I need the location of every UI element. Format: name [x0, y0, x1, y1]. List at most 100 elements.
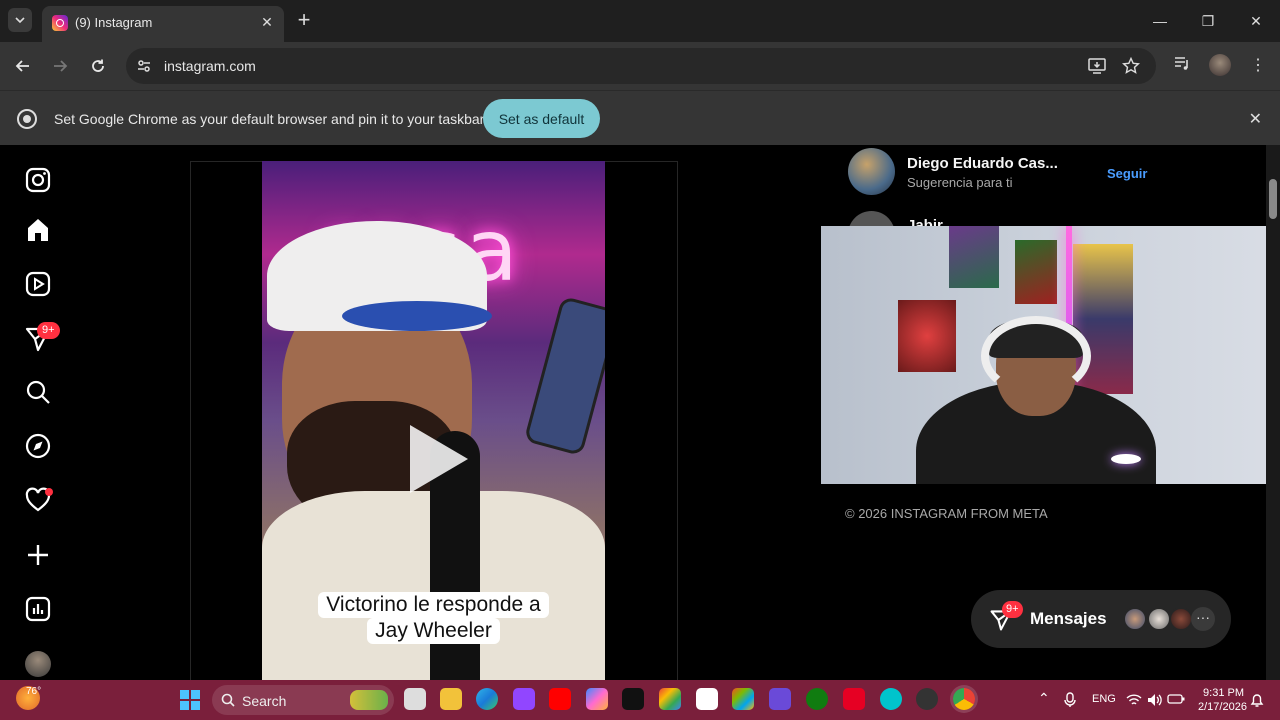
- obs-icon[interactable]: [769, 688, 791, 710]
- cap-brim-image: [342, 301, 492, 331]
- phone-image: [523, 295, 605, 457]
- address-bar[interactable]: instagram.com: [126, 48, 1156, 84]
- search-icon: [221, 693, 235, 707]
- pinterest-icon[interactable]: [843, 688, 865, 710]
- webcam-overlay: [821, 226, 1280, 484]
- weather-temperature: 76°: [26, 686, 42, 697]
- suggestion-avatar[interactable]: [848, 148, 895, 195]
- headset-image: [981, 316, 1091, 396]
- copilot-icon[interactable]: [586, 688, 608, 710]
- profile-avatar[interactable]: [1209, 54, 1231, 76]
- minimize-window-button[interactable]: —: [1148, 10, 1172, 32]
- arrow-right-icon: [54, 60, 68, 72]
- suggestion-name[interactable]: Diego Eduardo Cas...: [907, 155, 1058, 172]
- file-explorer-icon[interactable]: [440, 688, 462, 710]
- edge-icon[interactable]: [476, 688, 498, 710]
- play-icon[interactable]: [410, 425, 468, 493]
- clock-date: 2/17/2026: [1198, 701, 1247, 713]
- back-button[interactable]: [11, 54, 35, 78]
- app-icon[interactable]: [916, 688, 938, 710]
- url-text: instagram.com: [164, 58, 256, 74]
- wall-poster: [949, 226, 999, 288]
- avatar: [1169, 607, 1193, 631]
- close-tab-icon[interactable]: ✕: [258, 13, 276, 31]
- tab-title: (9) Instagram: [75, 15, 153, 30]
- chrome-menu-icon[interactable]: ⋮: [1250, 55, 1266, 75]
- close-infobar-icon[interactable]: ✕: [1249, 109, 1262, 129]
- new-tab-button[interactable]: +: [292, 9, 316, 33]
- chrome-icon[interactable]: [953, 688, 975, 710]
- task-view-icon[interactable]: [404, 688, 426, 710]
- instagram-logo-icon[interactable]: [24, 166, 52, 194]
- close-window-button[interactable]: ✕: [1244, 10, 1268, 32]
- chevron-down-icon: [15, 16, 25, 23]
- canva-icon[interactable]: [880, 688, 902, 710]
- profile-avatar-nav[interactable]: [25, 651, 51, 677]
- volume-icon[interactable]: [1146, 692, 1162, 708]
- follow-button[interactable]: Seguir: [1107, 166, 1147, 181]
- video-caption-line2: Jay Wheeler: [367, 618, 500, 644]
- notification-badge: 9+: [37, 322, 60, 339]
- avatar: [1123, 607, 1147, 631]
- start-windows-icon[interactable]: [180, 690, 200, 710]
- install-app-icon[interactable]: [1088, 57, 1106, 75]
- instagram-page: 9+ resa Victorino le responde a Jay Whee…: [0, 145, 1280, 680]
- twitch-icon[interactable]: [513, 688, 535, 710]
- messages-label: Mensajes: [1030, 609, 1107, 628]
- set-as-default-button[interactable]: Set as default: [483, 99, 600, 138]
- wall-poster: [1015, 240, 1057, 304]
- avatar: [1147, 607, 1171, 631]
- search-highlight-image: [350, 690, 388, 710]
- capcut-icon[interactable]: [696, 688, 718, 710]
- gmail-icon[interactable]: [659, 688, 681, 710]
- microsoft-store-icon[interactable]: [732, 688, 754, 710]
- more-icon: ···: [1191, 607, 1215, 631]
- video-caption: Victorino le responde a Jay Wheeler: [262, 592, 605, 644]
- tiktok-icon[interactable]: [622, 688, 644, 710]
- microphone-icon[interactable]: [1064, 692, 1076, 708]
- media-controls-icon[interactable]: [1173, 54, 1191, 72]
- site-settings-icon[interactable]: [136, 58, 152, 74]
- battery-icon[interactable]: [1167, 693, 1185, 705]
- reload-button[interactable]: [86, 54, 110, 78]
- home-icon[interactable]: [24, 216, 52, 244]
- taskbar-search[interactable]: Search: [212, 685, 394, 715]
- wifi-icon[interactable]: [1126, 693, 1142, 707]
- messages-button[interactable]: 9+ Mensajes ···: [971, 590, 1231, 648]
- restore-window-button[interactable]: ❐: [1196, 10, 1220, 32]
- notification-bell-icon[interactable]: [1250, 692, 1264, 708]
- create-plus-icon[interactable]: [24, 541, 52, 569]
- reel-video[interactable]: resa Victorino le responde a Jay Wheeler: [262, 161, 605, 680]
- suggestion-subtitle: Sugerencia para ti: [907, 175, 1013, 190]
- ring-light: [1111, 454, 1141, 464]
- notification-dot: [45, 488, 53, 496]
- scrollbar-thumb[interactable]: [1269, 179, 1277, 219]
- wall-poster: [898, 300, 956, 372]
- reels-icon[interactable]: [24, 270, 52, 298]
- tab-search-button[interactable]: [8, 8, 32, 32]
- forward-button[interactable]: [48, 54, 72, 78]
- chevron-up-icon[interactable]: ⌃: [1038, 690, 1050, 707]
- reload-icon: [92, 59, 104, 72]
- browser-toolbar: instagram.com ⋮: [0, 42, 1280, 90]
- infobar-message: Set Google Chrome as your default browse…: [54, 111, 485, 127]
- language-indicator[interactable]: ENG: [1092, 693, 1116, 705]
- copyright-text: © 2026 INSTAGRAM FROM META: [845, 506, 1048, 521]
- arrow-left-icon: [15, 60, 29, 72]
- instagram-favicon-icon: [52, 15, 68, 31]
- xbox-icon[interactable]: [806, 688, 828, 710]
- search-icon[interactable]: [24, 378, 52, 406]
- taskbar-clock[interactable]: 9:31 PM 2/17/2026: [1198, 686, 1247, 714]
- messages-badge: 9+: [1002, 601, 1023, 618]
- video-caption-line1: Victorino le responde a: [318, 592, 549, 618]
- browser-tab-strip: (9) Instagram ✕ + — ❐ ✕: [0, 0, 1280, 42]
- bookmark-star-icon[interactable]: [1122, 57, 1140, 75]
- chrome-logo-icon: [17, 109, 37, 129]
- dashboard-chart-icon[interactable]: [24, 595, 52, 623]
- browser-tab-instagram[interactable]: (9) Instagram ✕: [42, 6, 284, 42]
- search-label: Search: [242, 693, 287, 709]
- windows-taskbar: 76° Search ⌃ ENG 9:31 PM 2/17/2026: [0, 680, 1280, 720]
- youtube-icon[interactable]: [549, 688, 571, 710]
- page-scrollbar[interactable]: [1266, 145, 1280, 680]
- explore-compass-icon[interactable]: [24, 432, 52, 460]
